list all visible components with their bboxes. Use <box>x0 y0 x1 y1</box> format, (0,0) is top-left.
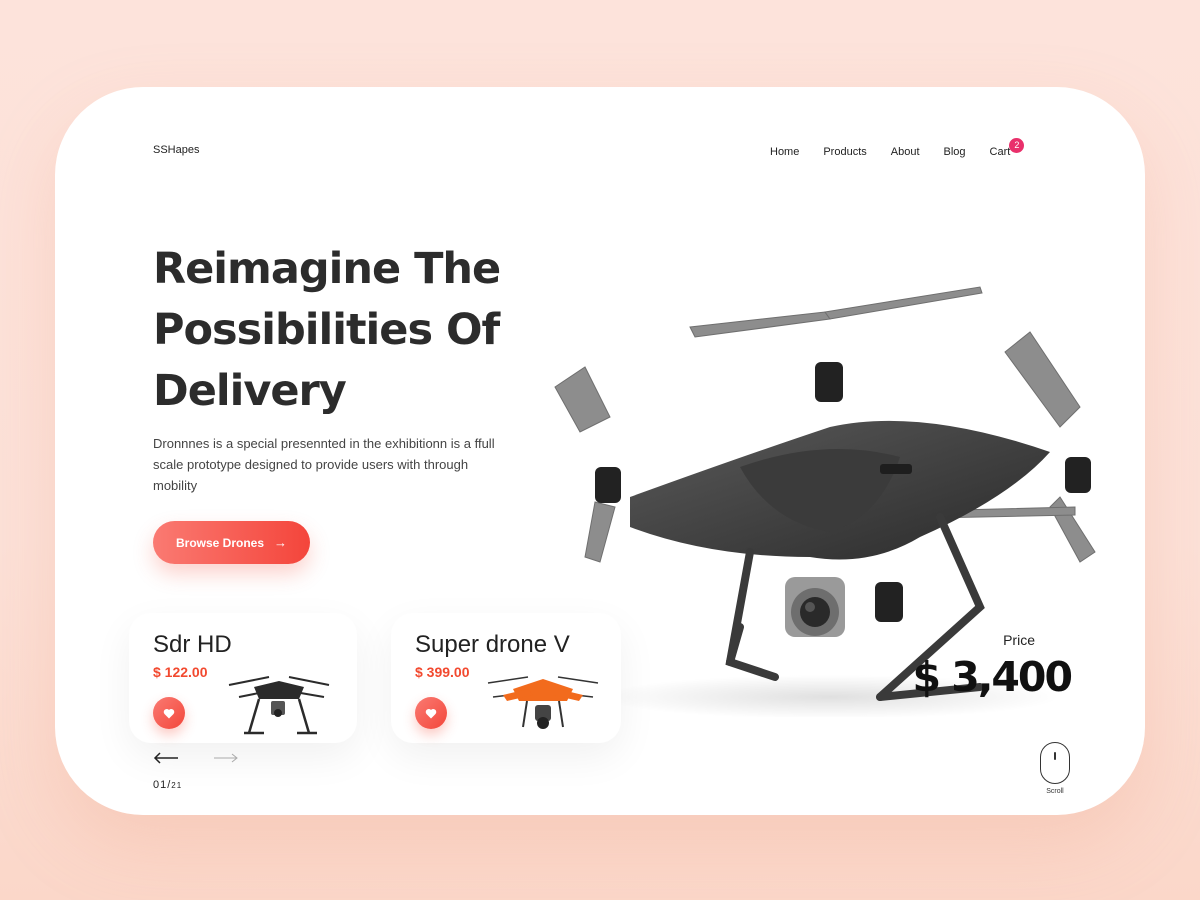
next-arrow-button[interactable] <box>213 751 239 765</box>
product-name: Super drone V <box>415 631 570 658</box>
product-card-super-drone-v[interactable]: Super drone V $ 399.00 <box>391 613 621 743</box>
hero-card: SSHapes Home Products About Blog Cart 2 … <box>55 87 1145 815</box>
page-counter: 01/21 <box>153 779 182 791</box>
favorite-button[interactable] <box>415 697 447 729</box>
page-total: 21 <box>171 781 183 790</box>
nav-about[interactable]: About <box>891 146 920 158</box>
hero-description: Dronnnes is a special presennted in the … <box>153 436 495 493</box>
price-value: $ 3,400 <box>912 653 1073 701</box>
scroll-label: Scroll <box>1046 788 1064 795</box>
cart-count-badge: 2 <box>1009 138 1025 153</box>
favorite-button[interactable] <box>153 697 185 729</box>
heart-icon <box>163 708 175 718</box>
nav-home[interactable]: Home <box>770 146 799 158</box>
featured-drone-image <box>554 286 1096 717</box>
nav-products[interactable]: Products <box>823 146 866 158</box>
arrow-right-icon: → <box>274 535 288 550</box>
product-price: $ 399.00 <box>415 664 470 680</box>
nav-blog[interactable]: Blog <box>944 146 966 158</box>
mouse-icon <box>1040 742 1070 784</box>
price-label: Price <box>1003 632 1035 648</box>
prev-arrow-button[interactable] <box>153 751 179 765</box>
arrow-left-icon <box>153 752 178 764</box>
heart-icon <box>425 708 437 718</box>
drone-thumbnail <box>487 676 599 729</box>
main-nav: Home Products About Blog Cart 2 <box>770 138 1025 158</box>
product-name: Sdr HD <box>153 631 232 658</box>
nav-cart[interactable]: Cart 2 <box>989 138 1025 158</box>
drone-thumbnail <box>228 676 330 735</box>
hero-headline: Reimagine The Possibilities Of Delivery <box>153 244 501 416</box>
browse-drones-button[interactable]: Browse Drones → <box>153 521 310 564</box>
page-current: 01/ <box>153 779 172 791</box>
arrow-right-icon <box>214 753 238 763</box>
scroll-indicator[interactable]: Scroll <box>1040 742 1070 800</box>
brand-logo[interactable]: SSHapes <box>153 144 199 156</box>
cart-label: Cart <box>989 146 1011 158</box>
browse-drones-label: Browse Drones <box>175 535 265 550</box>
mouse-wheel <box>1054 752 1056 760</box>
product-price: $ 122.00 <box>153 664 208 680</box>
product-card-sdr-hd[interactable]: Sdr HD $ 122.00 <box>129 613 357 743</box>
